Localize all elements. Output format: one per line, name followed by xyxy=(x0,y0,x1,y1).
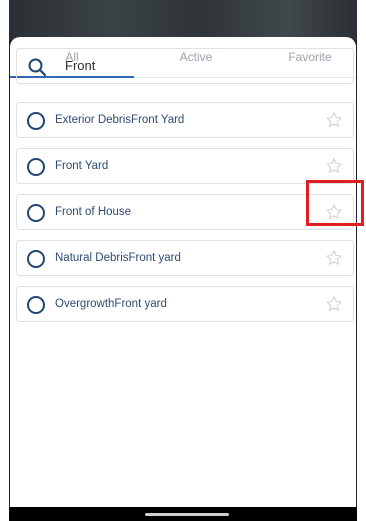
star-icon[interactable] xyxy=(325,203,343,221)
star-icon[interactable] xyxy=(325,249,343,267)
results-list: Exterior DebrisFront Yard Front Yard Fro… xyxy=(16,102,354,332)
item-label: Front of House xyxy=(55,206,132,218)
background-photo xyxy=(9,0,357,40)
item-label: Front Yard xyxy=(55,160,109,172)
search-input[interactable]: Front xyxy=(65,49,95,83)
list-item[interactable]: Natural DebrisFront yard xyxy=(16,240,354,276)
radio-button[interactable] xyxy=(27,158,45,176)
radio-button[interactable] xyxy=(27,112,45,130)
home-indicator[interactable] xyxy=(145,513,229,516)
item-label: Exterior DebrisFront Yard xyxy=(55,114,185,126)
list-item[interactable]: Exterior DebrisFront Yard xyxy=(16,102,354,138)
list-item[interactable]: OvergrowthFront yard xyxy=(16,286,354,322)
radio-button[interactable] xyxy=(27,296,45,314)
radio-button[interactable] xyxy=(27,204,45,222)
star-icon[interactable] xyxy=(325,111,343,129)
item-label: Natural DebrisFront yard xyxy=(55,252,181,264)
star-icon[interactable] xyxy=(325,157,343,175)
radio-button[interactable] xyxy=(27,250,45,268)
list-item[interactable]: Front Yard xyxy=(16,148,354,184)
search-icon xyxy=(28,58,47,77)
item-label: OvergrowthFront yard xyxy=(55,298,167,310)
list-item[interactable]: Front of House xyxy=(16,194,354,230)
star-icon[interactable] xyxy=(325,295,343,313)
search-field[interactable]: Front xyxy=(16,48,354,84)
